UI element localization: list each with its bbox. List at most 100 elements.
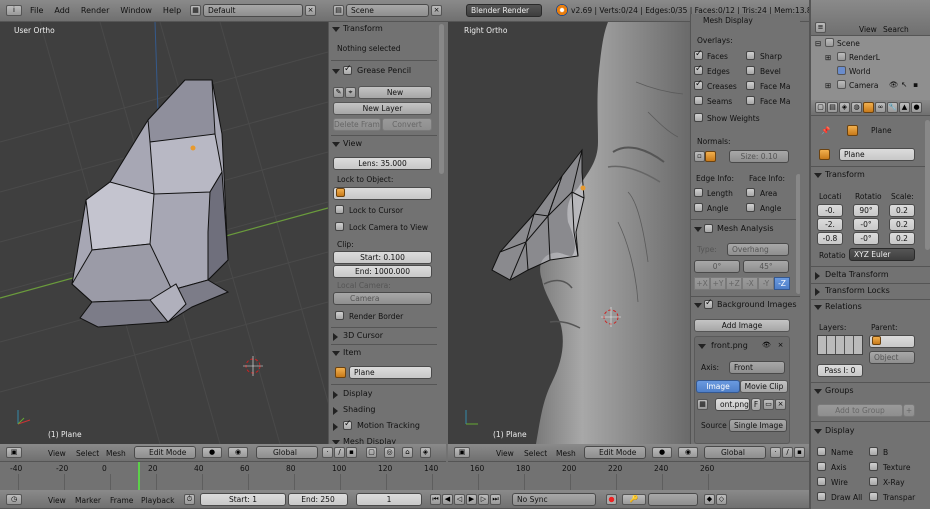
right-view-menu[interactable]: View [496,449,514,458]
select-arrow-icon[interactable]: ↖ [901,80,907,89]
local-camera-field[interactable]: Camera [333,292,432,305]
panel-delta-transform[interactable]: Delta Transform [811,268,930,282]
movie-clip-tab[interactable]: Movie Clip [740,380,788,393]
remove-icon[interactable]: × [775,341,786,352]
face-area-checkbox[interactable] [746,188,755,197]
right-select-menu[interactable]: Select [524,449,547,458]
convert-button[interactable]: Convert [382,118,432,131]
scene-close-icon[interactable]: × [431,5,442,16]
jump-keyframe-forward-icon[interactable]: ▷ [478,494,489,505]
analysis-axis-posneg-y[interactable]: +Y [710,277,726,290]
layout-selector[interactable]: Default [203,4,303,17]
display-wire-checkbox[interactable] [817,477,826,486]
data-tab-icon[interactable]: ▲ [899,102,910,113]
layers-tab-icon[interactable]: ▤ [827,102,838,113]
vertex-normals-icon[interactable]: ▫ [694,151,705,162]
pin-icon[interactable]: 📌 [821,126,830,135]
panel-relations[interactable]: Relations [811,300,930,314]
jump-start-icon[interactable]: ⏮ [430,494,441,505]
normal-size-field[interactable]: Size: 0.10 [729,150,789,163]
overlay-edges-checkbox[interactable] [694,64,703,75]
panel-3d-cursor[interactable]: 3D Cursor [329,329,446,343]
face-normals-icon[interactable] [705,151,716,162]
display-bounds-checkbox[interactable] [869,447,878,456]
location-y[interactable]: -2. [817,218,843,231]
insert-keyframe-icon[interactable]: ◆ [704,494,715,505]
modifiers-tab-icon[interactable]: 🔧 [887,102,898,113]
left-orientation-select[interactable]: Global [256,446,318,459]
display-texture-checkbox[interactable] [869,462,878,471]
menu-render[interactable]: Render [81,6,109,15]
edge-length-checkbox[interactable] [694,188,703,197]
item-name-field[interactable]: Plane [349,366,432,379]
overlay-creases-checkbox[interactable] [694,79,703,90]
left-face-select-icon[interactable]: ▪ [346,447,357,458]
overlay-faces-checkbox[interactable] [694,49,703,60]
play-reverse-icon[interactable]: ◁ [454,494,465,505]
scale-z[interactable]: 0.2 [889,232,915,245]
rotation-mode-select[interactable]: XYZ Euler [849,248,915,261]
right-edge-select-icon[interactable]: / [782,447,793,458]
right-pivot-icon[interactable]: ◉ [678,447,698,458]
panel-object-display[interactable]: Display [811,424,930,438]
outliner-view-menu[interactable]: View [859,25,877,34]
timeline-playback-menu[interactable]: Playback [141,496,174,505]
panel-shading[interactable]: Shading [329,403,446,417]
panel-view[interactable]: View [329,137,446,151]
visibility-eye-icon[interactable]: 👁 [889,80,899,89]
view3d-editor-icon[interactable]: ▣ [6,447,22,458]
right-orientation-select[interactable]: Global [704,446,766,459]
outliner-world[interactable]: World [849,67,871,76]
display-name-checkbox[interactable] [817,447,826,456]
analysis-axis-neg-y[interactable]: -Y [758,277,774,290]
menu-add[interactable]: Add [54,6,70,15]
right-mode-select[interactable]: Edit Mode [584,446,646,459]
render-engine-selector[interactable]: Blender Render [466,4,542,17]
timeline-view-menu[interactable]: View [48,496,66,505]
overlay-seams-checkbox[interactable] [694,96,703,105]
add-image-button[interactable]: Add Image [694,319,790,332]
timeline[interactable]: -40 -20 0 20 40 60 80 100 120 140 160 180 200 220 240 2… [0,462,809,490]
grease-new-button[interactable]: New [358,86,432,99]
eye-icon[interactable]: 👁 [761,341,772,352]
panel-display[interactable]: Display [329,387,446,401]
end-frame-field[interactable]: End: 250 [288,493,348,506]
rotation-y[interactable]: -0° [853,218,879,231]
record-icon[interactable] [606,494,617,505]
overlay-bevel-checkbox[interactable] [746,66,755,75]
properties-scrollbar[interactable] [925,120,930,250]
lens-field[interactable]: Lens: 35.000 [333,157,432,170]
right-mesh-menu[interactable]: Mesh [556,449,576,458]
display-draw-all-checkbox[interactable] [817,492,826,501]
scene-data-icon[interactable]: ⌖ [345,87,356,98]
outliner-search-menu[interactable]: Search [883,25,909,34]
delete-frame-button[interactable]: Delete Frame [333,118,381,131]
tree-expand-icon[interactable]: ⊟ [815,39,821,48]
image-file-field[interactable]: ont.png [715,398,750,411]
layout-close-icon[interactable]: × [305,5,316,16]
lock-camera-checkbox[interactable] [335,222,344,231]
timeline-marker-menu[interactable]: Marker [75,496,101,505]
sync-mode-select[interactable]: No Sync [512,493,596,506]
panel-transform-locks[interactable]: Transform Locks [811,284,930,298]
parent-type-select[interactable]: Object [869,351,915,364]
left-limit-icon[interactable]: ▢ [366,447,377,458]
scene-icon[interactable]: ▤ [333,5,344,16]
new-layer-button[interactable]: New Layer [333,102,432,115]
analysis-axis-posneg-z[interactable]: +Z [726,277,742,290]
object-name-field[interactable]: Plane [839,148,915,161]
rotation-z[interactable]: -0° [853,232,879,245]
right-vertex-select-icon[interactable]: · [770,447,781,458]
left-pivot-icon[interactable]: ◉ [228,447,248,458]
left-mode-select[interactable]: Edit Mode [134,446,196,459]
editor-type-icon[interactable]: i [6,5,22,16]
axis-select[interactable]: Front [729,361,785,374]
clip-end-field[interactable]: End: 1000.000 [333,265,432,278]
grease-pencil-checkbox[interactable] [343,64,352,75]
open-folder-icon[interactable]: ▭ [763,399,774,410]
unlink-icon[interactable]: × [775,399,786,410]
left-proportional-icon[interactable]: ◎ [384,447,395,458]
image-source-tab[interactable]: Image [696,380,740,393]
left-mesh-menu[interactable]: Mesh [106,449,126,458]
analysis-type-select[interactable]: Overhang [727,243,789,256]
